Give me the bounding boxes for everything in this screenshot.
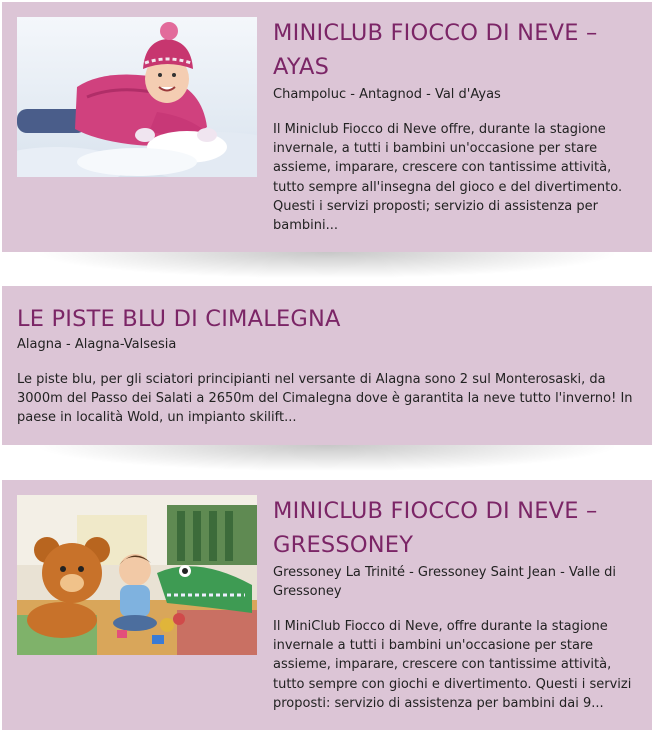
- card-shadow: [40, 445, 614, 471]
- card-location: Champoluc - Antagnod - Val d'Ayas: [273, 87, 501, 102]
- card-description: Le piste blu, per gli sciatori principia…: [17, 372, 633, 426]
- card-description: Il MiniClub Fiocco di Neve, offre durant…: [273, 619, 632, 711]
- child-in-snow-photo[interactable]: [17, 17, 257, 177]
- card-title[interactable]: MINICLUB FIOCCO DI NEVE – AYAS: [273, 16, 633, 84]
- result-card-cimalegna[interactable]: LE PISTE BLU DI CIMALEGNA Alagna - Alagn…: [2, 286, 652, 445]
- card-location: Gressoney La Trinité - Gressoney Saint J…: [273, 565, 616, 599]
- result-card-ayas[interactable]: MINICLUB FIOCCO DI NEVE – AYAS Champoluc…: [2, 2, 652, 252]
- card-shadow: [40, 252, 614, 278]
- card-description: Il Miniclub Fiocco di Neve offre, durant…: [273, 122, 623, 234]
- card-location: Alagna - Alagna-Valsesia: [17, 337, 177, 352]
- card-title[interactable]: LE PISTE BLU DI CIMALEGNA: [17, 302, 637, 336]
- playroom-photo[interactable]: [17, 495, 257, 655]
- result-card-gressoney[interactable]: MINICLUB FIOCCO DI NEVE – GRESSONEY Gres…: [2, 480, 652, 730]
- card-title[interactable]: MINICLUB FIOCCO DI NEVE – GRESSONEY: [273, 494, 633, 562]
